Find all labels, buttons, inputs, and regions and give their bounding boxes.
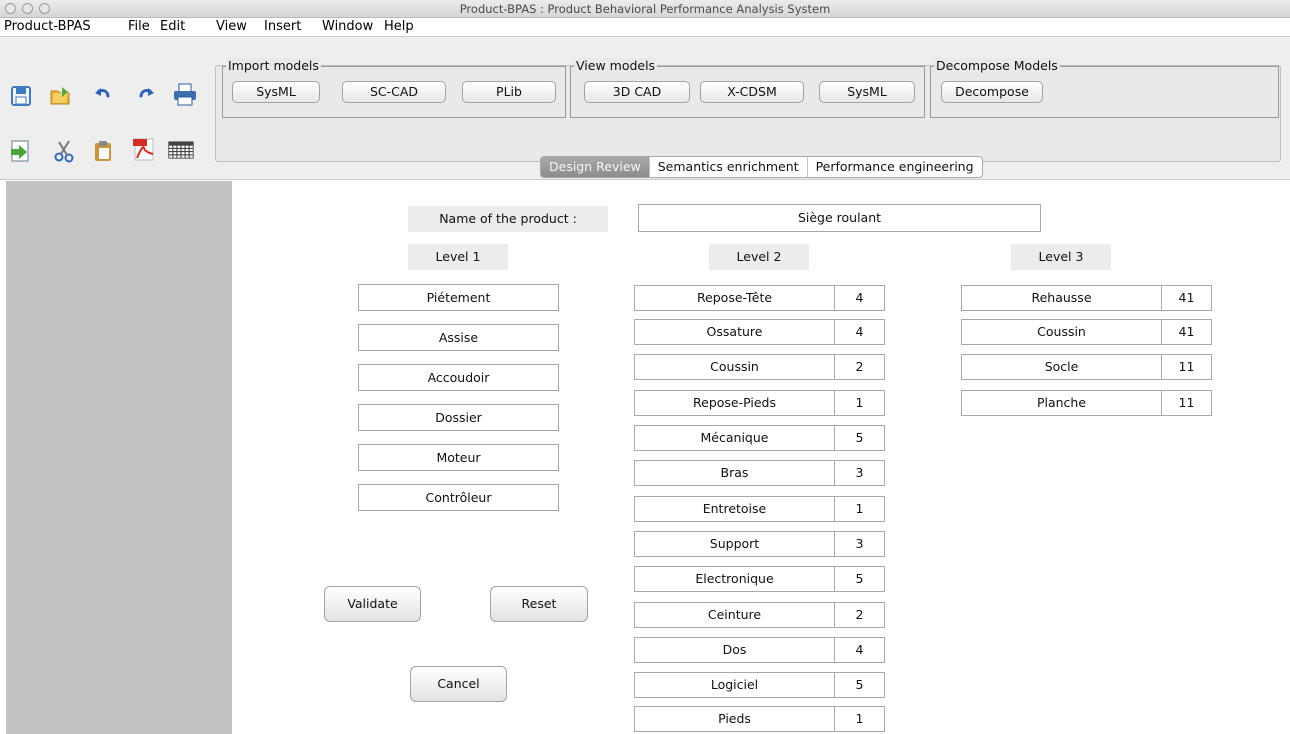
level2-value[interactable]: 5 (834, 672, 885, 698)
import-sysml-button[interactable]: SysML (232, 81, 320, 103)
menubar: Product-BPAS File Edit View Insert Windo… (0, 18, 1290, 37)
level2-value[interactable]: 3 (834, 460, 885, 486)
level2-name[interactable]: Electronique (634, 566, 835, 592)
save-icon[interactable] (8, 83, 34, 109)
level3-name[interactable]: Planche (961, 390, 1162, 416)
level2-name[interactable]: Mécanique (634, 425, 835, 451)
import-models-title: Import models (226, 58, 321, 73)
level2-name[interactable]: Ossature (634, 319, 835, 345)
level1-item[interactable]: Piétement (358, 284, 559, 311)
menu-product-bpas[interactable]: Product-BPAS (4, 19, 91, 34)
level2-name[interactable]: Dos (634, 637, 835, 663)
import-icon[interactable] (8, 138, 34, 164)
undo-icon[interactable] (90, 83, 116, 109)
level2-name[interactable]: Ceinture (634, 602, 835, 628)
print-icon[interactable] (172, 81, 198, 107)
level2-value[interactable]: 4 (834, 319, 885, 345)
level1-item[interactable]: Moteur (358, 444, 559, 471)
window-titlebar: Product-BPAS : Product Behavioral Perfor… (0, 0, 1290, 18)
level1-item[interactable]: Assise (358, 324, 559, 351)
tab-design-review[interactable]: Design Review (541, 157, 650, 177)
menu-insert[interactable]: Insert (264, 19, 301, 34)
level2-value[interactable]: 1 (834, 390, 885, 416)
product-name-label: Name of the product : (408, 206, 608, 232)
cancel-button[interactable]: Cancel (410, 666, 507, 702)
level3-name[interactable]: Rehausse (961, 285, 1162, 311)
open-folder-icon[interactable] (47, 83, 73, 109)
level3-value[interactable]: 41 (1161, 285, 1212, 311)
level3-value[interactable]: 41 (1161, 319, 1212, 345)
level2-name[interactable]: Logiciel (634, 672, 835, 698)
menu-window[interactable]: Window (322, 19, 373, 34)
level2-name[interactable]: Repose-Pieds (634, 390, 835, 416)
import-plib-button[interactable]: PLib (462, 81, 556, 103)
level2-name[interactable]: Coussin (634, 354, 835, 380)
menu-help[interactable]: Help (384, 19, 414, 34)
view-tabs: Design Review Semantics enrichment Perfo… (540, 156, 983, 178)
level2-value[interactable]: 4 (834, 637, 885, 663)
level3-value[interactable]: 11 (1161, 354, 1212, 380)
level1-item[interactable]: Dossier (358, 404, 559, 431)
level-1-header: Level 1 (408, 244, 508, 270)
level2-name[interactable]: Bras (634, 460, 835, 486)
tab-performance-engineering[interactable]: Performance engineering (808, 157, 982, 177)
window-title: Product-BPAS : Product Behavioral Perfor… (459, 2, 831, 16)
menu-edit[interactable]: Edit (160, 19, 185, 34)
cut-icon[interactable] (52, 138, 78, 164)
paste-icon[interactable] (90, 138, 116, 164)
redo-icon[interactable] (133, 83, 159, 109)
view-models-group: View models 3D CAD X-CDSM SysML (570, 58, 925, 118)
level2-value[interactable]: 5 (834, 566, 885, 592)
view-x-cdsm-button[interactable]: X-CDSM (700, 81, 804, 103)
level2-name[interactable]: Pieds (634, 706, 835, 732)
view-3d-cad-button[interactable]: 3D CAD (584, 81, 690, 103)
level2-value[interactable]: 1 (834, 496, 885, 522)
level3-value[interactable]: 11 (1161, 390, 1212, 416)
level2-name[interactable]: Entretoise (634, 496, 835, 522)
reset-button[interactable]: Reset (490, 586, 588, 622)
level1-item[interactable]: Accoudoir (358, 364, 559, 391)
validate-button[interactable]: Validate (324, 586, 421, 622)
menu-file[interactable]: File (128, 19, 150, 34)
level2-value[interactable]: 3 (834, 531, 885, 557)
decompose-models-group: Decompose Models Decompose (930, 58, 1279, 118)
level2-value[interactable]: 4 (834, 285, 885, 311)
level1-item[interactable]: Contrôleur (358, 484, 559, 511)
view-models-title: View models (574, 58, 658, 73)
decompose-button[interactable]: Decompose (941, 81, 1043, 103)
level2-value[interactable]: 2 (834, 354, 885, 380)
left-panel (6, 181, 232, 734)
pdf-icon[interactable] (131, 136, 157, 162)
view-sysml-button[interactable]: SysML (819, 81, 915, 103)
level2-value[interactable]: 5 (834, 425, 885, 451)
menu-view[interactable]: View (216, 19, 247, 34)
product-name-field[interactable]: Siège roulant (638, 204, 1041, 232)
level2-name[interactable]: Support (634, 531, 835, 557)
level2-value[interactable]: 2 (834, 602, 885, 628)
decompose-models-title: Decompose Models (934, 58, 1060, 73)
level3-name[interactable]: Socle (961, 354, 1162, 380)
level-3-header: Level 3 (1011, 244, 1111, 270)
level2-value[interactable]: 1 (834, 706, 885, 732)
level-2-header: Level 2 (709, 244, 809, 270)
tab-semantics-enrichment[interactable]: Semantics enrichment (650, 157, 808, 177)
import-sc-cad-button[interactable]: SC-CAD (342, 81, 446, 103)
table-icon[interactable] (168, 137, 194, 163)
import-models-group: Import models SysML SC-CAD PLib (222, 58, 566, 118)
level3-name[interactable]: Coussin (961, 319, 1162, 345)
level2-name[interactable]: Repose-Tête (634, 285, 835, 311)
